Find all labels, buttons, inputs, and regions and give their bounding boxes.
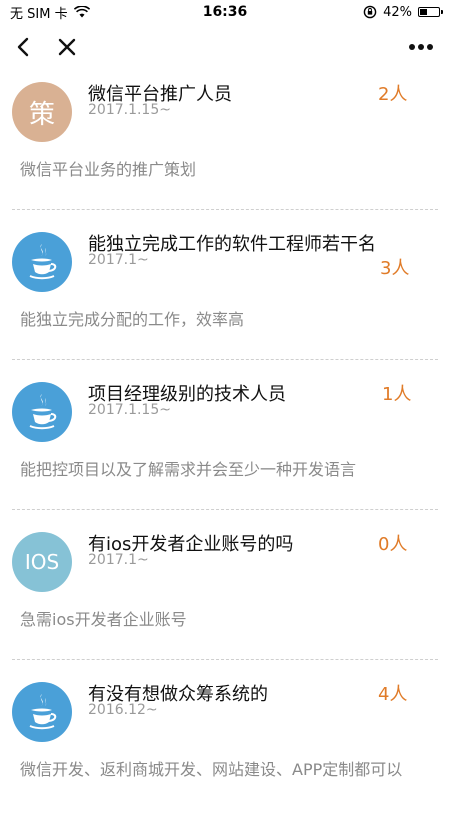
divider: [12, 509, 438, 510]
divider: [12, 209, 438, 210]
battery-fill: [420, 9, 428, 15]
list-item[interactable]: 策 微信平台推广人员 2017.1.15~ 2人 微信平台业务的推广策划: [0, 70, 450, 220]
carrier-text: 无 SIM 卡: [10, 6, 68, 22]
item-count: 3人: [380, 258, 410, 279]
divider: [12, 659, 438, 660]
java-icon: [29, 694, 57, 730]
item-description: 能独立完成分配的工作，效率高: [20, 310, 245, 329]
status-left: 无 SIM 卡: [10, 3, 90, 22]
list-item[interactable]: 项目经理级别的技术人员 2017.1.15~ 1人 能把控项目以及了解需求并会至…: [0, 370, 450, 520]
list-item[interactable]: 有没有想做众筹系统的 2016.12~ 4人 微信开发、返利商城开发、网站建设、…: [0, 670, 450, 820]
java-icon: [29, 394, 57, 430]
item-date: 2017.1.15~: [88, 402, 171, 418]
status-bar: 无 SIM 卡 16:36 42%: [0, 0, 450, 24]
avatar: [12, 682, 72, 742]
battery-percent: 42%: [383, 4, 412, 20]
item-date: 2017.1~: [88, 552, 149, 568]
close-icon: [58, 38, 76, 56]
item-count: 0人: [378, 534, 408, 555]
chevron-left-icon: [17, 37, 29, 57]
item-description: 能把控项目以及了解需求并会至少一种开发语言: [20, 460, 357, 479]
avatar: [12, 382, 72, 442]
item-date: 2017.1~: [88, 252, 149, 268]
avatar: [12, 232, 72, 292]
request-list: 策 微信平台推广人员 2017.1.15~ 2人 微信平台业务的推广策划 能独立…: [0, 70, 450, 820]
item-count: 1人: [382, 384, 412, 405]
list-item[interactable]: IOS 有ios开发者企业账号的吗 2017.1~ 0人 急需ios开发者企业账…: [0, 520, 450, 670]
item-description: 急需ios开发者企业账号: [20, 610, 187, 629]
item-description: 微信开发、返利商城开发、网站建设、APP定制都可以: [20, 760, 403, 779]
item-date: 2017.1.15~: [88, 102, 171, 118]
more-dots-icon: [409, 44, 433, 50]
java-icon: [29, 244, 57, 280]
nav-bar: [0, 26, 450, 66]
item-date: 2016.12~: [88, 702, 158, 718]
avatar-text: 策: [28, 99, 55, 130]
close-button[interactable]: [52, 32, 82, 62]
avatar: IOS: [12, 532, 72, 592]
list-item[interactable]: 能独立完成工作的软件工程师若干名 2017.1~ 3人 能独立完成分配的工作，效…: [0, 220, 450, 370]
item-description: 微信平台业务的推广策划: [20, 160, 197, 179]
more-button[interactable]: [406, 32, 436, 62]
status-right: 42%: [363, 4, 443, 20]
item-count: 4人: [378, 684, 408, 705]
wifi-icon: [73, 6, 90, 18]
battery-icon: [418, 7, 443, 17]
avatar-text: IOS: [24, 550, 60, 574]
divider: [12, 359, 438, 360]
avatar: 策: [12, 82, 72, 142]
item-count: 2人: [378, 84, 408, 105]
rotation-lock-icon: [363, 5, 377, 19]
back-button[interactable]: [8, 32, 38, 62]
